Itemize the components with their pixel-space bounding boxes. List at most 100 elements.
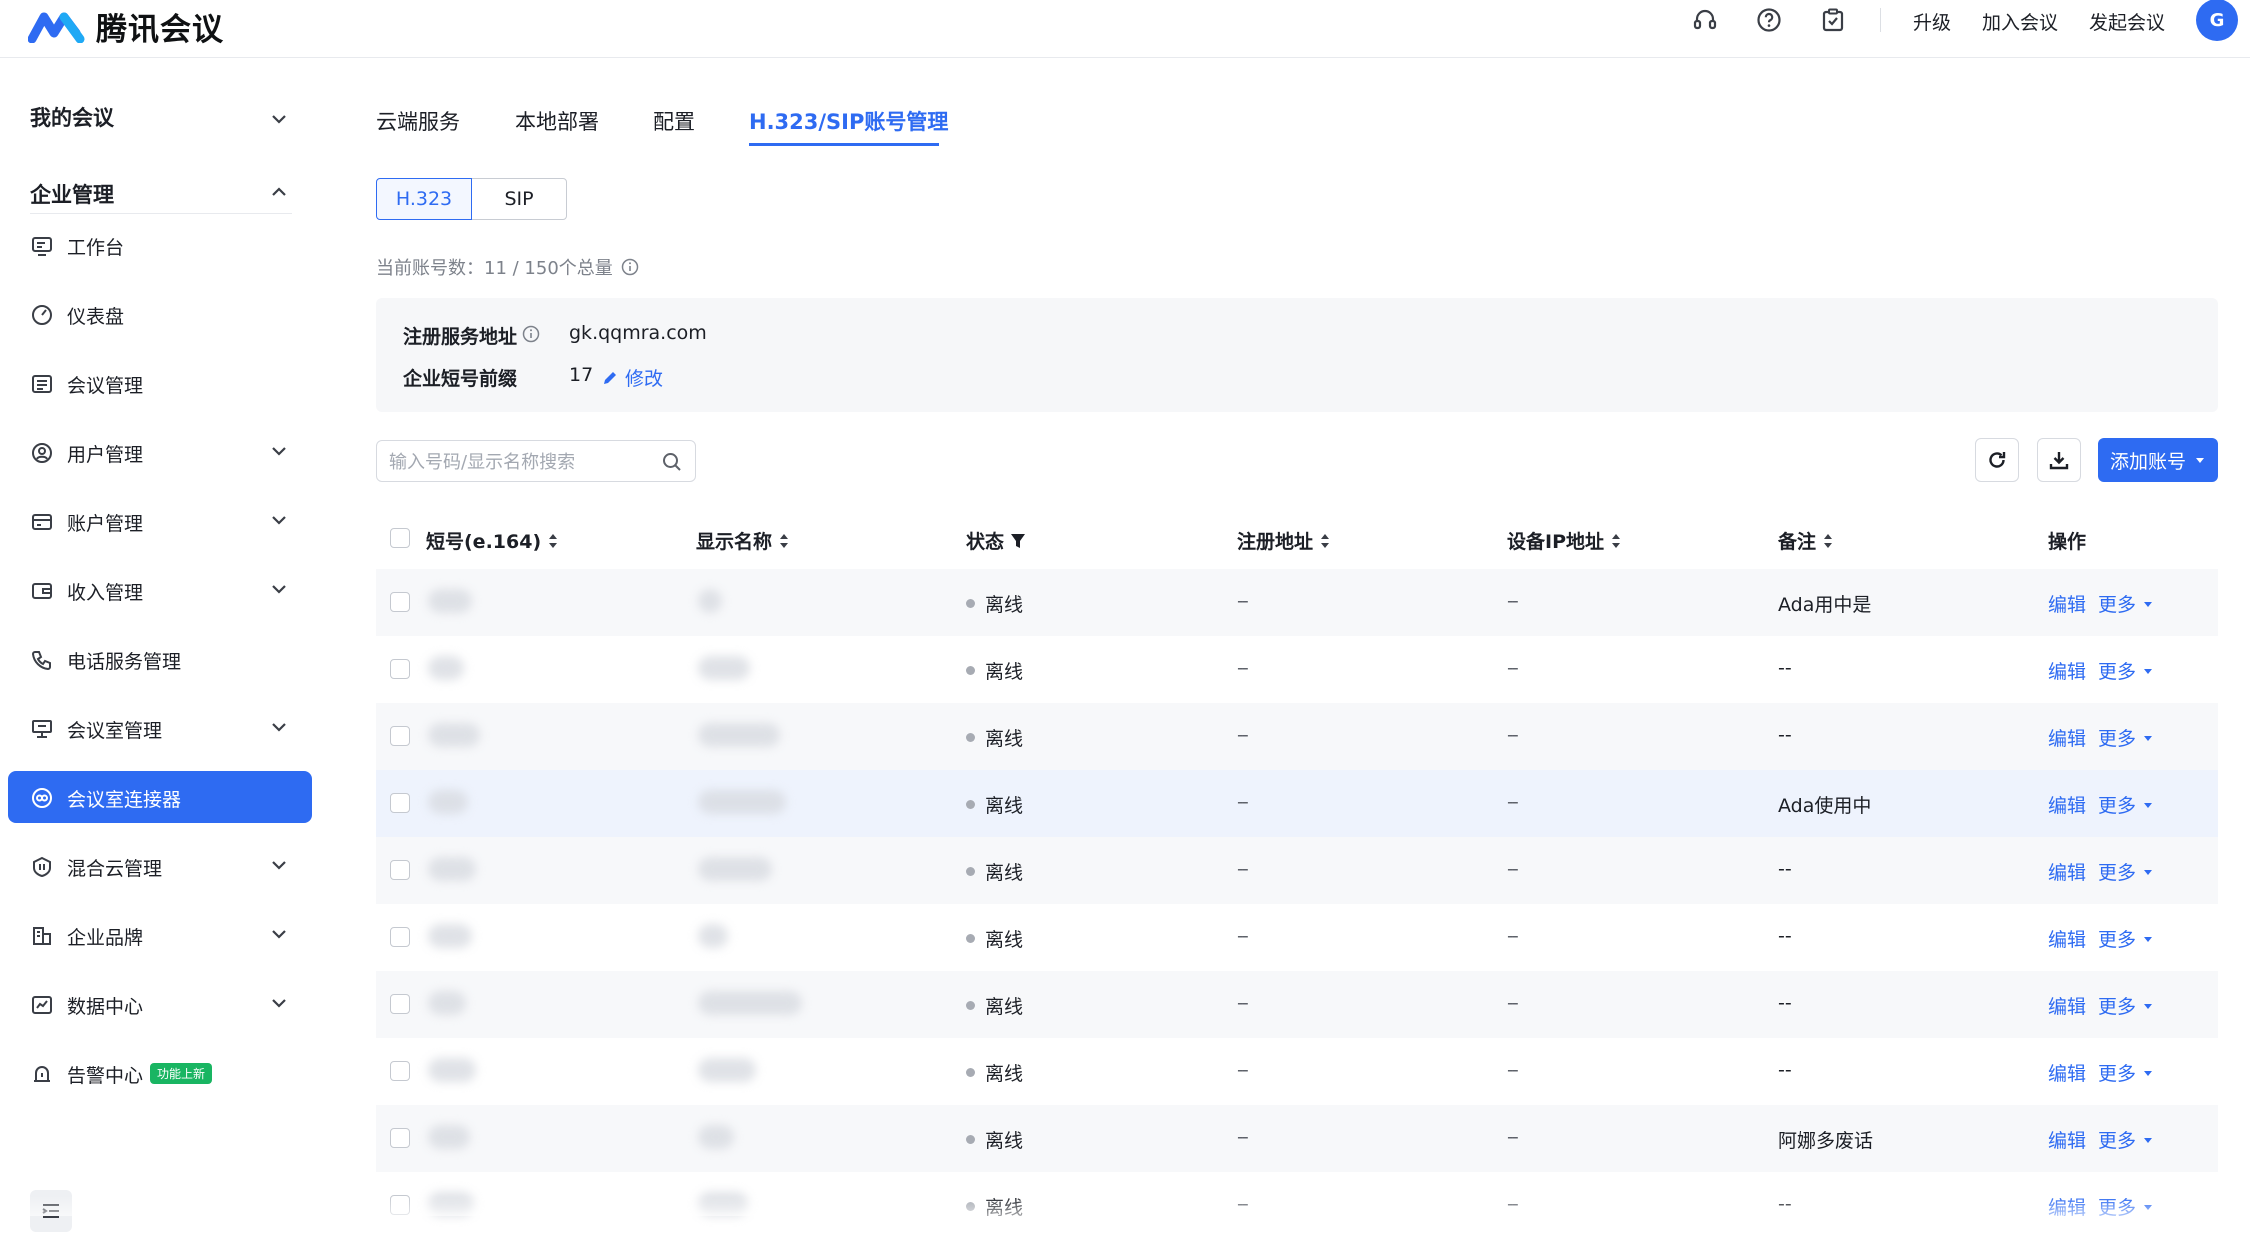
edit-link[interactable]: 编辑	[2048, 657, 2086, 684]
sidebar-item-alarm[interactable]: 告警中心 功能上新	[8, 1047, 312, 1099]
table-row[interactable]: 离线 -- -- Ada用中是 编辑 更多	[376, 569, 2218, 636]
sidebar-item-wallet[interactable]: 收入管理	[8, 564, 312, 616]
sort-icon[interactable]	[547, 532, 559, 550]
more-dropdown[interactable]: 更多	[2098, 657, 2154, 684]
chevron-down-icon[interactable]	[268, 923, 290, 945]
start-meeting-link[interactable]: 发起会议	[2089, 8, 2165, 35]
sort-icon[interactable]	[778, 532, 790, 550]
table-row[interactable]: 离线 -- -- -- 编辑更多	[376, 971, 2218, 1038]
table-row[interactable]: 离线 -- -- -- 编辑更多	[376, 1038, 2218, 1105]
sidebar-item-hybrid-cloud[interactable]: 混合云管理	[8, 840, 312, 892]
refresh-button[interactable]	[1975, 438, 2019, 482]
sidebar-item-user[interactable]: 用户管理	[8, 426, 312, 478]
more-dropdown[interactable]: 更多	[2098, 791, 2154, 818]
sidebar-item-room[interactable]: 会议室管理	[8, 702, 312, 754]
more-dropdown[interactable]: 更多	[2098, 724, 2154, 751]
chevron-down-icon[interactable]	[268, 716, 290, 738]
app-logo[interactable]: 腾讯会议	[28, 4, 224, 49]
avatar[interactable]: G	[2196, 0, 2238, 41]
more-dropdown[interactable]: 更多	[2098, 1059, 2154, 1086]
edit-link[interactable]: 编辑	[2048, 791, 2086, 818]
sort-icon[interactable]	[1610, 532, 1622, 550]
row-checkbox[interactable]	[390, 592, 410, 612]
search-input[interactable]	[389, 450, 649, 474]
col-reg-address[interactable]: 注册地址	[1237, 527, 1331, 554]
sidebar-item-connector[interactable]: 会议室连接器	[8, 771, 312, 823]
col-status[interactable]: 状态	[966, 527, 1026, 554]
headset-icon[interactable]	[1690, 5, 1720, 35]
tab-cloud-service[interactable]: 云端服务	[376, 106, 460, 136]
sidebar-item-workbench[interactable]: 工作台	[8, 219, 312, 271]
sort-icon[interactable]	[1319, 532, 1331, 550]
status-cell: 离线	[966, 992, 1023, 1019]
row-checkbox[interactable]	[390, 659, 410, 679]
more-dropdown[interactable]: 更多	[2098, 925, 2154, 952]
chevron-down-icon[interactable]	[268, 992, 290, 1014]
protocol-sip-button[interactable]: SIP	[471, 178, 567, 220]
sidebar-item-phone[interactable]: 电话服务管理	[8, 633, 312, 685]
my-meetings-group[interactable]: 我的会议	[30, 102, 114, 132]
select-all-checkbox[interactable]	[390, 528, 410, 548]
more-dropdown[interactable]: 更多	[2098, 992, 2154, 1019]
download-button[interactable]	[2037, 438, 2081, 482]
row-checkbox[interactable]	[390, 927, 410, 947]
info-icon[interactable]	[522, 325, 540, 343]
tab-h323-sip-accounts[interactable]: H.323/SIP账号管理	[749, 106, 948, 136]
table-row[interactable]: 离线 -- -- -- 编辑更多	[376, 703, 2218, 770]
sidebar-item-chart[interactable]: 数据中心	[8, 978, 312, 1030]
edit-link[interactable]: 编辑	[2048, 925, 2086, 952]
table-row[interactable]: 离线 -- -- -- 编辑更多	[376, 904, 2218, 971]
sort-icon[interactable]	[1822, 532, 1834, 550]
sidebar-item-gauge[interactable]: 仪表盘	[8, 288, 312, 340]
add-account-button[interactable]: 添加账号	[2098, 438, 2218, 482]
search-box[interactable]	[376, 440, 696, 482]
chevron-down-icon[interactable]	[268, 854, 290, 876]
edit-link[interactable]: 编辑	[2048, 724, 2086, 751]
row-checkbox[interactable]	[390, 1061, 410, 1081]
col-short-number[interactable]: 短号(e.164)	[426, 527, 559, 554]
upgrade-link[interactable]: 升级	[1913, 8, 1951, 35]
protocol-h323-button[interactable]: H.323	[376, 178, 472, 220]
col-short-number-label: 短号(e.164)	[426, 531, 542, 553]
col-note[interactable]: 备注	[1778, 527, 1834, 554]
tab-local-deploy[interactable]: 本地部署	[515, 106, 599, 136]
status-text: 离线	[985, 1063, 1024, 1085]
clipboard-check-icon[interactable]	[1818, 5, 1848, 35]
sidebar-item-account[interactable]: 账户管理	[8, 495, 312, 547]
row-checkbox[interactable]	[390, 860, 410, 880]
row-checkbox[interactable]	[390, 1128, 410, 1148]
row-checkbox[interactable]	[390, 793, 410, 813]
edit-link[interactable]: 编辑	[2048, 1126, 2086, 1153]
sidebar-item-list[interactable]: 会议管理	[8, 357, 312, 409]
edit-link[interactable]: 编辑	[2048, 590, 2086, 617]
enterprise-mgmt-group[interactable]: 企业管理	[30, 179, 114, 209]
filter-icon[interactable]	[1010, 532, 1026, 550]
table-row[interactable]: 离线 -- -- -- 编辑更多	[376, 837, 2218, 904]
device-ip-cell: --	[1507, 992, 1519, 1014]
edit-link[interactable]: 编辑	[2048, 858, 2086, 885]
chevron-down-icon[interactable]	[268, 509, 290, 531]
edit-link[interactable]: 编辑	[2048, 992, 2086, 1019]
chevron-up-icon[interactable]	[268, 181, 290, 203]
col-device-ip[interactable]: 设备IP地址	[1507, 527, 1622, 554]
more-dropdown[interactable]: 更多	[2098, 858, 2154, 885]
chevron-down-icon[interactable]	[268, 440, 290, 462]
more-dropdown[interactable]: 更多	[2098, 1126, 2154, 1153]
more-dropdown[interactable]: 更多	[2098, 590, 2154, 617]
chevron-down-icon[interactable]	[268, 578, 290, 600]
join-meeting-link[interactable]: 加入会议	[1982, 8, 2058, 35]
edit-link[interactable]: 编辑	[2048, 1059, 2086, 1086]
row-checkbox[interactable]	[390, 726, 410, 746]
edit-prefix-link[interactable]: 修改	[601, 364, 663, 391]
info-icon[interactable]	[621, 258, 639, 276]
row-checkbox[interactable]	[390, 994, 410, 1014]
chevron-down-icon[interactable]	[268, 108, 290, 130]
help-icon[interactable]	[1754, 5, 1784, 35]
search-icon[interactable]	[661, 451, 683, 473]
col-display-name[interactable]: 显示名称	[696, 527, 790, 554]
tab-config[interactable]: 配置	[653, 106, 695, 136]
table-row[interactable]: 离线 -- -- -- 编辑更多	[376, 636, 2218, 703]
sidebar-item-brand[interactable]: 企业品牌	[8, 909, 312, 961]
table-row[interactable]: 离线 -- -- Ada使用中 编辑 更多	[376, 770, 2218, 837]
table-row[interactable]: 离线 -- -- 阿娜多废话 编辑 更多	[376, 1105, 2218, 1172]
